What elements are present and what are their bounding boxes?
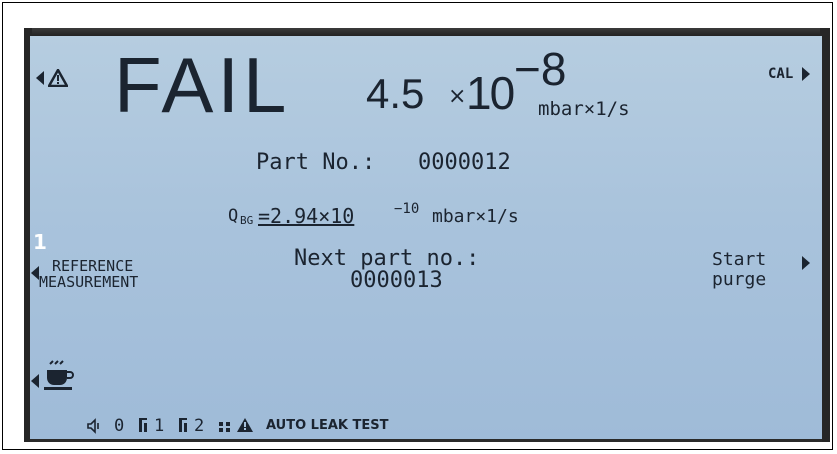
part-number-value: 0000012 <box>418 150 511 175</box>
left-arrow-icon <box>31 266 39 280</box>
part-number-label: Part No.: <box>256 150 376 175</box>
reference-measurement-softkey[interactable]: REFERENCE MEASUREMENT <box>30 254 230 294</box>
leak-rate-base: 10 <box>466 67 515 119</box>
zero-indicator: 0 <box>114 416 125 436</box>
warning-softkey[interactable] <box>36 66 76 90</box>
leak-rate-times: × <box>448 84 467 109</box>
warning-triangle-icon <box>48 69 68 87</box>
leak-rate-exponent: −8 <box>514 43 567 95</box>
background-exponent: −10 <box>394 201 420 217</box>
left-arrow-icon <box>36 71 44 85</box>
leak-rate-mantissa: 4.5 <box>366 70 425 117</box>
cal-softkey[interactable]: CAL <box>768 64 820 86</box>
channel-1-indicator: 1 <box>154 416 165 436</box>
right-arrow-icon <box>802 67 810 81</box>
background-subscript: BG <box>240 214 254 227</box>
purge-label: purge <box>712 269 767 290</box>
channel-icon <box>179 418 187 432</box>
background-leak-rate: Q BG =2.94×10 −10 mbar×1/s <box>228 201 648 234</box>
left-arrow-icon <box>31 374 39 388</box>
lcd-screen: FAIL 4.5 × 10 −8 mbar×1/s CAL Part No.: … <box>30 36 822 439</box>
next-part-value: 0000013 <box>350 268 443 293</box>
background-symbol: Q <box>228 206 239 226</box>
right-arrow-icon <box>802 256 810 270</box>
start-label: Start <box>712 249 767 270</box>
start-purge-softkey[interactable]: Start purge <box>702 248 822 292</box>
warning-triangle-icon <box>237 418 253 432</box>
background-value: =2.94×10 <box>258 204 355 228</box>
softkey-marker: 1 <box>33 230 47 254</box>
measurement-label: MEASUREMENT <box>39 273 139 291</box>
mode-text: AUTO LEAK TEST <box>266 418 389 433</box>
background-unit: mbar×1/s <box>432 206 519 227</box>
channel-icon <box>139 418 147 432</box>
speaker-icon <box>87 418 99 434</box>
channel-2-indicator: 2 <box>194 416 205 436</box>
standby-softkey[interactable] <box>30 358 90 398</box>
status-bar: 0 1 2 AUTO LEAK TEST <box>86 414 606 438</box>
coffee-cup-icon <box>44 360 74 390</box>
cal-label: CAL <box>768 66 794 82</box>
result-status: FAIL <box>114 41 291 129</box>
dots-icon <box>219 422 230 432</box>
leak-rate-unit: mbar×1/s <box>538 98 630 120</box>
